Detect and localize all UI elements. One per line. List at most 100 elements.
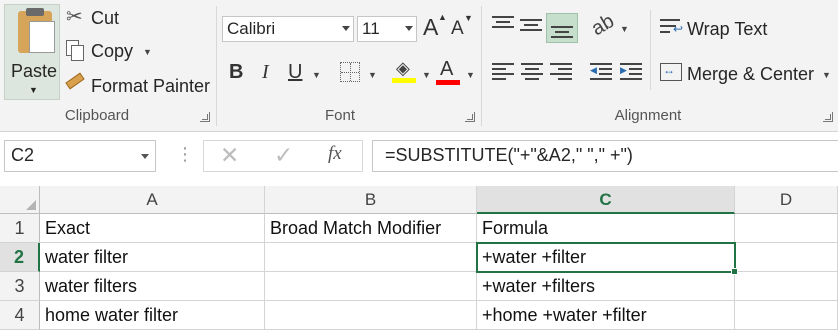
merge-center-icon: ↔ [660, 63, 682, 81]
cell-a2[interactable]: water filter [40, 243, 265, 272]
column-header-a[interactable]: A [40, 186, 265, 214]
down-arrow-icon: ▼ [464, 13, 473, 23]
paste-label: Paste [11, 61, 58, 81]
scissors-icon: ✂ [66, 6, 83, 28]
chevron-down-icon [342, 26, 350, 31]
cell-b2[interactable] [265, 243, 477, 272]
cut-label: Cut [91, 8, 120, 28]
column-header-c[interactable]: C [477, 186, 735, 214]
paste-button[interactable]: Paste ▼ [4, 4, 60, 100]
font-name-value: Calibri [227, 19, 276, 38]
clipboard-group-label: Clipboard [64, 107, 130, 124]
italic-button[interactable]: I [262, 61, 269, 84]
font-color-button[interactable]: A [436, 58, 462, 86]
font-color-icon: A [440, 58, 454, 80]
font-launcher-icon[interactable] [465, 112, 475, 122]
enter-icon[interactable]: ✓ [274, 142, 293, 169]
cell-d3[interactable] [735, 272, 838, 301]
copy-icon-front [71, 45, 84, 61]
orientation-icon[interactable]: ab [588, 10, 619, 41]
font-size-value: 11 [362, 19, 380, 38]
formula-bar-grip-icon: ⋮ [176, 144, 194, 164]
fill-color-button[interactable]: ◈ [392, 58, 418, 86]
cell-d1[interactable] [735, 214, 838, 243]
copy-label: Copy [91, 41, 134, 61]
copy-button[interactable]: Copy ▼ [64, 38, 204, 64]
align-right-icon[interactable] [550, 63, 572, 81]
cell-c4[interactable]: +home +water +filter [477, 301, 735, 330]
insert-function-button[interactable]: fx [328, 143, 342, 165]
paper-icon [29, 21, 55, 53]
cell-b3[interactable] [265, 272, 477, 301]
wrap-text-button[interactable]: ↩ Wrap Text [658, 15, 778, 43]
formula-buttons: ✕ ✓ fx [203, 140, 363, 172]
formula-input[interactable]: =SUBSTITUTE("+"&A2," "," +") [372, 140, 838, 172]
row-header[interactable]: 3 [0, 272, 40, 301]
column-header-d[interactable]: D [735, 186, 838, 214]
ribbon: Paste ▼ ✂ Cut Copy ▼ Format Painter Clip… [0, 0, 838, 132]
format-painter-button[interactable]: Format Painter [64, 72, 211, 98]
alignment-launcher-icon[interactable] [823, 112, 833, 122]
cell-c2[interactable]: +water +filter [477, 243, 735, 272]
wrap-text-label: Wrap Text [687, 19, 768, 39]
clipboard-launcher-icon[interactable] [200, 112, 210, 122]
grow-font-button[interactable]: A ▲ [423, 12, 447, 42]
paste-dropdown-icon[interactable]: ▼ [29, 85, 38, 95]
merge-center-button[interactable]: ↔ Merge & Center ▼ [658, 59, 833, 87]
align-left-icon[interactable] [492, 63, 514, 81]
cell-c1[interactable]: Formula [477, 214, 735, 243]
orientation-dropdown-icon[interactable]: ▼ [620, 24, 629, 34]
cell-a1[interactable]: Exact [40, 214, 265, 243]
increase-indent-icon[interactable]: ▶ [620, 63, 642, 81]
font-size-select[interactable]: 11 [357, 16, 417, 42]
middle-align-icon[interactable] [520, 17, 542, 35]
format-painter-label: Format Painter [91, 76, 211, 96]
name-box[interactable]: C2 [4, 140, 156, 172]
borders-dropdown-icon[interactable]: ▼ [368, 70, 377, 80]
cell-a3[interactable]: water filters [40, 272, 265, 301]
cell-c3[interactable]: +water +filters [477, 272, 735, 301]
decrease-indent-icon[interactable]: ◀ [590, 63, 612, 81]
align-center-icon[interactable] [521, 63, 543, 81]
row-header[interactable]: 1 [0, 214, 40, 243]
copy-dropdown-icon[interactable]: ▼ [143, 47, 152, 57]
column-header-b[interactable]: B [265, 186, 477, 214]
top-align-icon[interactable] [492, 14, 514, 32]
cell-b1[interactable]: Broad Match Modifier [265, 214, 477, 243]
borders-icon[interactable] [340, 62, 360, 82]
cut-button[interactable]: ✂ Cut [64, 5, 204, 31]
alignment-group-label: Alignment [614, 107, 682, 124]
fill-handle[interactable] [731, 268, 738, 275]
shrink-font-icon: A [451, 18, 464, 39]
grow-font-icon: A [423, 14, 439, 40]
cell-a4[interactable]: home water filter [40, 301, 265, 330]
cancel-icon[interactable]: ✕ [220, 142, 239, 169]
font-color-swatch [436, 80, 460, 85]
merge-center-dropdown-icon[interactable]: ▼ [822, 70, 831, 80]
shrink-font-button[interactable]: A ▼ [451, 13, 473, 44]
row-header[interactable]: 4 [0, 301, 40, 330]
font-group-label: Font [324, 107, 355, 124]
font-name-select[interactable]: Calibri [222, 16, 354, 42]
select-all-corner[interactable] [0, 186, 40, 214]
cell-b4[interactable] [265, 301, 477, 330]
underline-dropdown-icon[interactable]: ▼ [312, 70, 321, 80]
merge-center-label: Merge & Center [687, 64, 815, 84]
group-divider [650, 10, 651, 90]
group-divider [216, 6, 217, 126]
fill-color-dropdown-icon[interactable]: ▼ [422, 70, 431, 80]
fill-color-swatch [392, 78, 416, 83]
bottom-align-button[interactable] [546, 13, 578, 43]
chevron-down-icon [141, 154, 149, 159]
cell-d4[interactable] [735, 301, 838, 330]
wrap-text-icon: ↩ [660, 19, 683, 37]
cell-d2[interactable] [735, 243, 838, 272]
font-color-dropdown-icon[interactable]: ▼ [466, 70, 475, 80]
formula-bar: C2 ⋮ ✕ ✓ fx =SUBSTITUTE("+"&A2," "," +") [0, 132, 838, 186]
bold-button[interactable]: B [229, 61, 243, 84]
select-all-icon [26, 200, 36, 210]
clipboard-clip-icon [26, 8, 44, 16]
paintbrush-icon [65, 72, 85, 90]
row-header[interactable]: 2 [0, 243, 40, 272]
underline-button[interactable]: U [288, 61, 302, 84]
